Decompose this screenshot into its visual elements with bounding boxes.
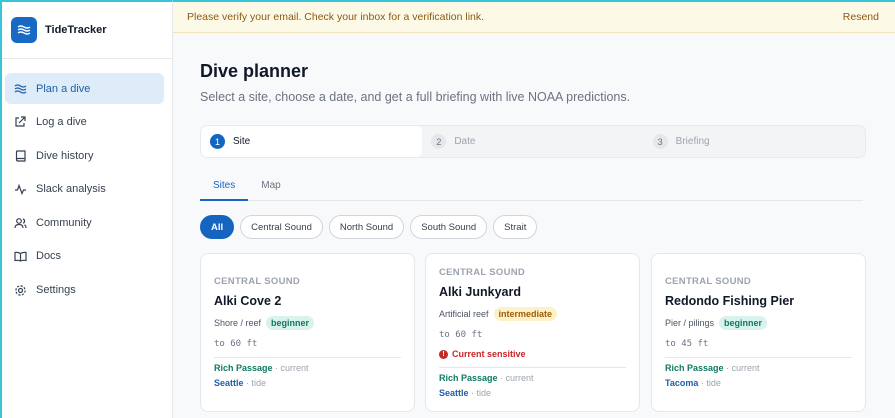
sidebar-item-dive-history[interactable]: Dive history	[5, 140, 164, 171]
region-filters: All Central Sound North Sound South Soun…	[200, 215, 538, 239]
page-subtitle: Select a site, choose a date, and get a …	[200, 90, 631, 104]
sidebar-item-label: Dive history	[36, 149, 94, 162]
brand[interactable]: TideTracker	[2, 2, 172, 59]
tide-station-label: · tide	[243, 378, 267, 388]
card-divider	[214, 357, 401, 358]
sidebar-item-docs[interactable]: Docs	[5, 241, 164, 272]
sidebar-item-label: Community	[36, 216, 92, 229]
site-type-row: Pier / pilings beginner	[665, 316, 852, 330]
tab-map[interactable]: Map	[248, 175, 293, 201]
sidebar-item-settings[interactable]: Settings	[5, 275, 164, 306]
site-type-row: Shore / reef beginner	[214, 316, 401, 330]
sidebar-nav: Plan a dive Log a dive Dive history Slac…	[2, 59, 172, 306]
app-name: TideTracker	[45, 24, 107, 36]
current-station: Rich Passage	[439, 373, 498, 383]
step-date[interactable]: 2 Date	[422, 126, 643, 157]
planner-stepper: 1 Site 2 Date 3 Briefing	[200, 125, 866, 158]
site-depth: to 60 ft	[214, 339, 258, 349]
filter-strait[interactable]: Strait	[493, 215, 538, 239]
current-station-label: · current	[497, 373, 534, 383]
resend-link[interactable]: Resend	[843, 11, 879, 23]
alert-text: Current sensitive	[452, 349, 526, 359]
site-type: Artificial reef	[439, 309, 489, 319]
step-briefing[interactable]: 3 Briefing	[644, 126, 865, 157]
filter-north-sound[interactable]: North Sound	[328, 215, 405, 239]
card-divider	[439, 367, 626, 368]
sidebar-item-log-a-dive[interactable]: Log a dive	[5, 107, 164, 138]
tide-station-row: Seattle · tide	[214, 378, 401, 388]
external-link-icon	[13, 115, 27, 129]
site-name: Alki Junkyard	[439, 285, 521, 299]
alert-icon: !	[439, 349, 448, 359]
filter-central-sound[interactable]: Central Sound	[240, 215, 323, 239]
site-type: Shore / reef	[214, 318, 262, 328]
verify-email-banner: Please verify your email. Check your inb…	[173, 0, 895, 33]
difficulty-badge: beginner	[719, 316, 768, 330]
current-station-label: · current	[272, 363, 309, 373]
current-station-row: Rich Passage · current	[214, 363, 401, 373]
difficulty-badge: beginner	[266, 316, 315, 330]
sidebar-item-label: Settings	[36, 284, 76, 297]
sidebar-item-label: Docs	[36, 250, 62, 263]
card-divider	[665, 357, 852, 358]
step-label: Briefing	[675, 136, 710, 147]
step-number: 1	[210, 134, 225, 149]
sidebar-item-label: Plan a dive	[36, 82, 91, 95]
site-name: Alki Cove 2	[214, 294, 282, 308]
current-station: Rich Passage	[214, 363, 273, 373]
view-tabs: Sites Map	[200, 175, 863, 201]
step-label: Date	[454, 136, 476, 147]
step-number: 2	[431, 134, 447, 149]
step-number: 3	[652, 134, 668, 149]
current-station: Rich Passage	[665, 363, 724, 373]
site-type-row: Artificial reef intermediate	[439, 307, 626, 321]
site-region: CENTRAL SOUND	[439, 267, 526, 278]
current-station-label: · current	[723, 363, 760, 373]
site-type: Pier / pilings	[665, 318, 715, 328]
users-icon	[13, 216, 27, 230]
site-card-alki-junkyard[interactable]: CENTRAL SOUND Alki Junkyard Artificial r…	[425, 253, 640, 412]
site-name: Redondo Fishing Pier	[665, 294, 795, 308]
step-label: Site	[233, 136, 251, 147]
waves-icon	[13, 82, 27, 96]
banner-message: Please verify your email. Check your inb…	[187, 11, 485, 23]
open-book-icon	[13, 249, 27, 263]
tide-station-row: Tacoma · tide	[665, 378, 852, 388]
tide-station-row: Seattle · tide	[439, 388, 626, 398]
current-sensitive-alert: ! Current sensitive	[439, 349, 626, 359]
site-region: CENTRAL SOUND	[214, 276, 301, 287]
sidebar-item-slack-analysis[interactable]: Slack analysis	[5, 174, 164, 205]
page-title: Dive planner	[200, 61, 309, 81]
book-icon	[13, 149, 27, 163]
current-station-row: Rich Passage · current	[439, 373, 626, 383]
current-station-row: Rich Passage · current	[665, 363, 852, 373]
step-site[interactable]: 1 Site	[201, 126, 423, 157]
sidebar-item-community[interactable]: Community	[5, 207, 164, 238]
sidebar-item-plan-a-dive[interactable]: Plan a dive	[5, 73, 164, 104]
site-depth: to 60 ft	[439, 330, 483, 340]
filter-south-sound[interactable]: South Sound	[410, 215, 488, 239]
tide-station: Seattle	[214, 378, 244, 388]
filter-all[interactable]: All	[200, 215, 235, 239]
sidebar-item-label: Log a dive	[36, 116, 87, 129]
tide-station-label: · tide	[698, 378, 721, 388]
gear-icon	[13, 283, 27, 297]
tide-station-label: · tide	[468, 388, 492, 398]
tab-sites[interactable]: Sites	[200, 175, 249, 201]
difficulty-badge: intermediate	[493, 307, 558, 321]
waves-logo-icon	[11, 17, 37, 43]
site-depth: to 45 ft	[665, 339, 709, 349]
tide-station: Tacoma	[665, 378, 699, 388]
main-content: Dive planner Select a site, choose a dat…	[173, 33, 895, 418]
sidebar-item-label: Slack analysis	[36, 183, 106, 196]
site-region: CENTRAL SOUND	[665, 276, 752, 287]
sidebar: TideTracker Plan a dive Log a dive Dive …	[0, 0, 173, 418]
tide-station: Seattle	[439, 388, 469, 398]
activity-icon	[13, 182, 27, 196]
site-card-redondo-fishing-pier[interactable]: CENTRAL SOUND Redondo Fishing Pier Pier …	[651, 253, 866, 412]
site-card-alki-cove-2[interactable]: CENTRAL SOUND Alki Cove 2 Shore / reef b…	[200, 253, 415, 412]
